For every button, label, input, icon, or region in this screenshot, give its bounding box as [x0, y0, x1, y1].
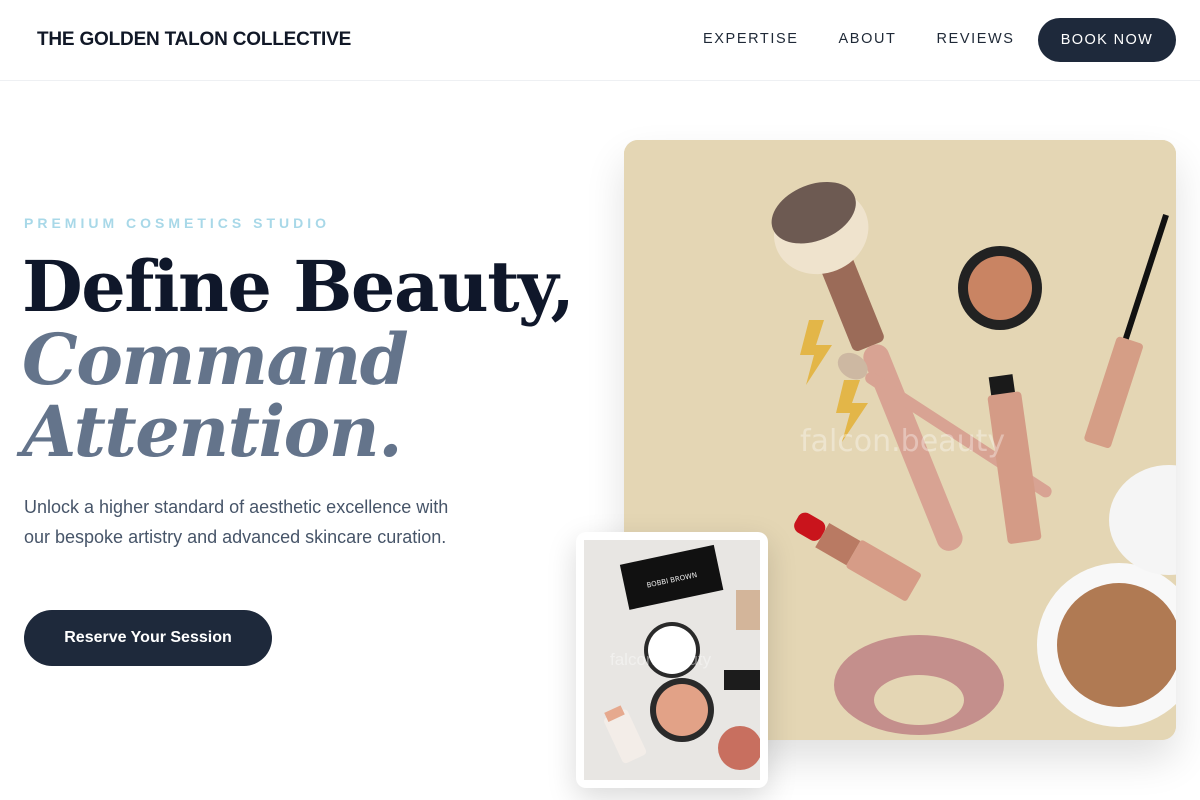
brand-logo-text[interactable]: THE GOLDEN TALON COLLECTIVE: [37, 29, 351, 51]
nav-link-about[interactable]: ABOUT: [839, 31, 897, 47]
hero-secondary-image: BOBBI BROWN falcon.beauty: [584, 540, 760, 780]
headline-line-3: Attention.: [22, 390, 403, 473]
hero-eyebrow: PREMIUM COSMETICS STUDIO: [24, 215, 331, 231]
thumb-image-watermark: falcon.beauty: [610, 650, 712, 669]
main-image-watermark: falcon.beauty: [800, 424, 1006, 459]
hero-lead-text: Unlock a higher standard of aesthetic ex…: [24, 497, 449, 547]
top-navbar: THE GOLDEN TALON COLLECTIVE EXPERTISE AB…: [0, 0, 1200, 81]
hero-headline: Define Beauty, Command Attention.: [22, 245, 575, 473]
nav-links: EXPERTISE ABOUT REVIEWS: [703, 31, 1055, 47]
hero-secondary-image-card: BOBBI BROWN falcon.beauty: [576, 532, 768, 788]
headline-line-2: Command: [22, 318, 409, 401]
book-now-button[interactable]: BOOK NOW: [1038, 18, 1176, 62]
nav-link-expertise[interactable]: EXPERTISE: [703, 31, 799, 47]
nav-link-reviews[interactable]: REVIEWS: [936, 31, 1014, 47]
reserve-session-button[interactable]: Reserve Your Session: [24, 610, 272, 666]
headline-line-1: Define Beauty,: [22, 245, 575, 328]
